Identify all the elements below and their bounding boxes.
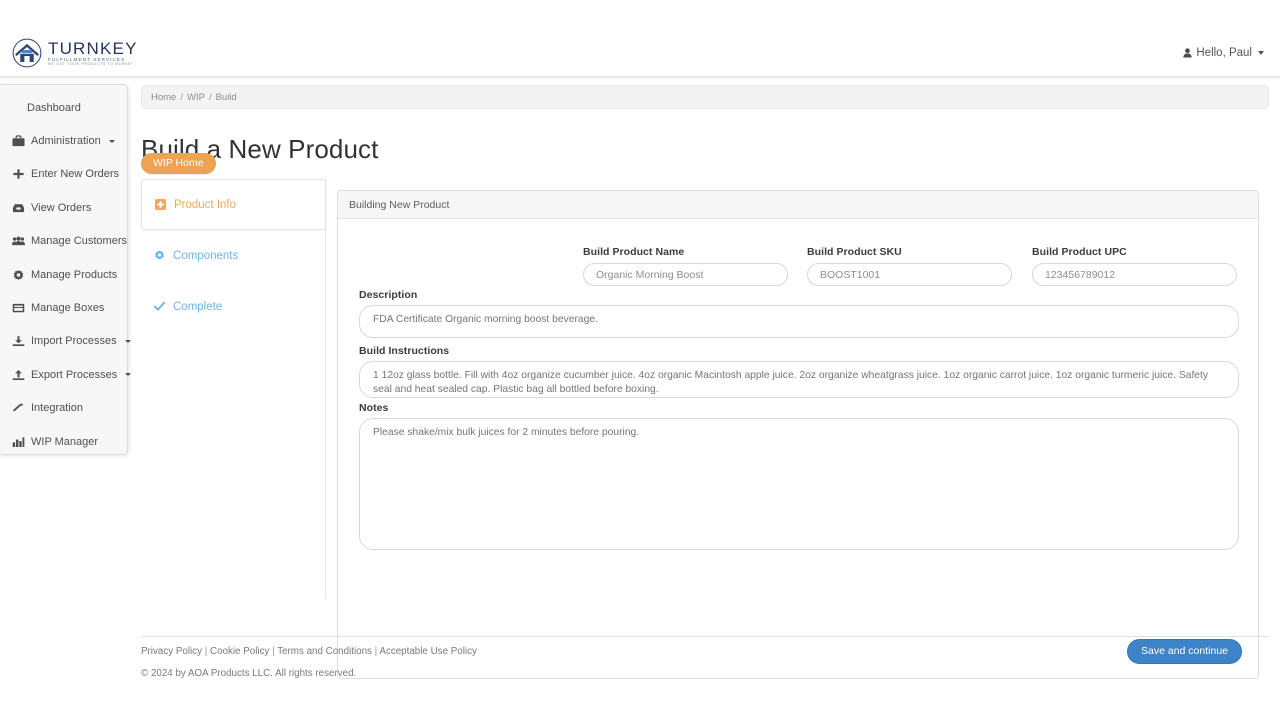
- main-content: Home / WIP / Build Build a New Product W…: [128, 77, 1280, 720]
- footer-copyright: © 2024 by AOA Products LLC. All rights r…: [141, 668, 357, 679]
- caret-down-icon: [108, 139, 115, 143]
- panel-header: Building New Product: [338, 191, 1258, 219]
- sidebar-item-label: WIP Manager: [31, 435, 99, 448]
- footer-separator: |: [272, 646, 275, 657]
- product-upc-input[interactable]: [1032, 263, 1237, 286]
- sidebar-item-view-orders[interactable]: View Orders: [0, 191, 127, 224]
- download-icon: [12, 336, 25, 347]
- breadcrumb-item-build[interactable]: Build: [216, 92, 237, 103]
- sidebar-item-label: Import Processes: [31, 335, 117, 348]
- sidebar-item-label: Export Processes: [31, 368, 118, 381]
- field-product-name: Build Product Name: [583, 246, 788, 286]
- field-label: Build Product UPC: [1032, 246, 1127, 258]
- footer-link-privacy-policy[interactable]: Privacy Policy: [141, 646, 202, 657]
- footer-link-terms-and-conditions[interactable]: Terms and Conditions: [277, 646, 372, 657]
- sidebar-item-integration[interactable]: Integration: [0, 392, 127, 425]
- sidebar-item-wip-manager[interactable]: WIP Manager: [0, 425, 127, 458]
- footer-link-acceptable-use-policy[interactable]: Acceptable Use Policy: [379, 646, 476, 657]
- steps-divider: [325, 179, 326, 599]
- product-sku-input[interactable]: [807, 263, 1012, 286]
- gear-icon: [155, 250, 164, 260]
- product-name-input[interactable]: [583, 263, 788, 286]
- breadcrumb-item-home[interactable]: Home: [151, 92, 176, 103]
- gear-icon: [13, 269, 24, 280]
- warehouse-logo-icon: [12, 38, 42, 68]
- sidebar-item-label: View Orders: [31, 201, 92, 214]
- footer-links: Privacy Policy | Cookie Policy | Terms a…: [141, 646, 1269, 657]
- brand-logo[interactable]: TURNKEY FULFILLMENT SERVICES WE GET YOUR…: [12, 38, 138, 68]
- breadcrumb-item-wip[interactable]: WIP: [187, 92, 205, 103]
- footer-link-cookie-policy[interactable]: Cookie Policy: [210, 646, 269, 657]
- magic-wand-icon: [12, 403, 24, 412]
- sidebar-item-enter-new-orders[interactable]: Enter New Orders: [0, 158, 127, 191]
- field-label: Description: [359, 289, 418, 301]
- sidebar-item-label: Administration: [31, 135, 101, 148]
- breadcrumb: Home / WIP / Build: [141, 85, 1269, 109]
- check-icon: [154, 301, 165, 311]
- sidebar-item-import-processes[interactable]: Import Processes: [0, 325, 131, 358]
- plus-icon: [13, 169, 24, 180]
- field-label: Notes: [359, 402, 389, 414]
- sidebar-nav: Dashboard Administration Enter New Order…: [0, 84, 132, 458]
- field-description: Description: [359, 289, 1239, 343]
- step-label: Product Info: [174, 198, 237, 211]
- field-label: Build Product Name: [583, 246, 685, 258]
- step-label: Complete: [173, 300, 223, 313]
- build-steps-nav: Product Info Components Complete: [141, 179, 326, 332]
- sidebar-item-export-processes[interactable]: Export Processes: [0, 358, 132, 391]
- footer-separator: |: [204, 646, 208, 657]
- step-components[interactable]: Components: [141, 230, 326, 281]
- briefcase-icon: [12, 135, 25, 147]
- field-notes: Notes: [359, 402, 1239, 555]
- plus-square-icon: [155, 199, 166, 210]
- sidebar-item-label: Manage Products: [31, 268, 118, 281]
- step-product-info[interactable]: Product Info: [141, 179, 326, 230]
- top-header-bar: TURNKEY FULFILLMENT SERVICES WE GET YOUR…: [0, 0, 1280, 77]
- page-footer: Privacy Policy | Cookie Policy | Terms a…: [141, 636, 1269, 679]
- field-product-sku: Build Product SKU: [807, 246, 1012, 286]
- upload-icon: [12, 369, 25, 380]
- breadcrumb-separator: /: [208, 91, 212, 103]
- box-icon: [12, 303, 25, 313]
- sidebar-item-dashboard[interactable]: Dashboard: [0, 91, 127, 124]
- caret-down-icon: [125, 373, 132, 377]
- building-new-product-panel: Building New Product Build Product Name …: [337, 190, 1259, 679]
- sidebar-item-label: Manage Boxes: [31, 302, 105, 315]
- user-menu[interactable]: Hello, Paul: [1183, 47, 1264, 59]
- panel-body: Build Product Name Build Product SKU Bui…: [338, 219, 1258, 678]
- chart-bar-icon: [12, 436, 25, 447]
- user-greeting: Hello, Paul: [1196, 47, 1252, 59]
- sidebar-item-manage-products[interactable]: Manage Products: [0, 258, 127, 291]
- footer-separator: |: [374, 646, 378, 657]
- sidebar-item-label: Dashboard: [27, 101, 81, 114]
- sidebar-item-manage-boxes[interactable]: Manage Boxes: [0, 291, 127, 324]
- sidebar-item-label: Enter New Orders: [31, 168, 120, 181]
- field-label: Build Instructions: [359, 345, 450, 357]
- user-icon: [1183, 48, 1192, 58]
- brand-name: TURNKEY: [48, 38, 138, 58]
- wip-home-button[interactable]: WIP Home: [141, 153, 216, 174]
- breadcrumb-separator: /: [180, 91, 183, 103]
- step-label: Components: [173, 249, 239, 262]
- users-icon: [12, 236, 25, 246]
- sidebar-item-label: Manage Customers: [31, 235, 127, 248]
- inbox-icon: [12, 204, 25, 213]
- caret-down-icon: [1258, 51, 1264, 55]
- step-complete[interactable]: Complete: [141, 281, 326, 332]
- brand-tagline-secondary: WE GET YOUR PRODUCTS TO MARKET: [48, 62, 134, 67]
- caret-down-icon: [124, 339, 131, 343]
- notes-textarea[interactable]: [359, 418, 1239, 550]
- description-textarea[interactable]: [359, 305, 1239, 338]
- field-product-upc: Build Product UPC: [1032, 246, 1237, 286]
- build-instructions-textarea[interactable]: [359, 361, 1239, 398]
- sidebar-item-label: Integration: [31, 402, 83, 415]
- field-build-instructions: Build Instructions: [359, 345, 1239, 403]
- sidebar-item-administration[interactable]: Administration: [0, 124, 127, 157]
- sidebar-item-manage-customers[interactable]: Manage Customers: [0, 225, 127, 258]
- field-label: Build Product SKU: [807, 246, 902, 258]
